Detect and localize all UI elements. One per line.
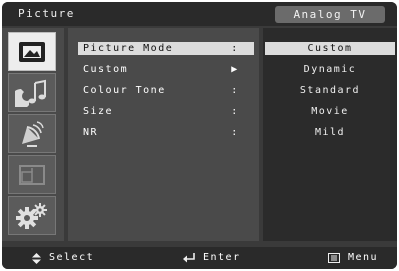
setup-icon [16, 202, 47, 229]
title-bar: Picture Analog TV [2, 2, 397, 26]
menu-key-icon [328, 253, 340, 263]
option-dynamic[interactable]: Dynamic [263, 63, 397, 76]
sidebar-item-pip[interactable] [8, 155, 56, 194]
picture-icon [19, 41, 45, 62]
menu-item-label: Custom [83, 64, 129, 75]
enter-hint: Enter [183, 247, 241, 269]
menu-item-indicator: : [231, 43, 239, 54]
help-bar: Select Enter Menu [2, 247, 397, 269]
menu-item-indicator: : [231, 106, 239, 117]
sound-icon [15, 79, 46, 107]
settings-menu: Picture Mode : Custom ▶ Colour Tone : Si… [68, 28, 259, 241]
category-sidebar [2, 28, 64, 241]
menu-title: Picture [18, 7, 75, 20]
select-hint-label: Select [49, 252, 95, 263]
sidebar-item-picture[interactable] [8, 32, 56, 71]
menu-item-custom[interactable]: Custom ▶ [78, 63, 254, 76]
menu-item-nr[interactable]: NR : [78, 126, 254, 139]
menu-item-size[interactable]: Size : [78, 105, 254, 118]
sidebar-item-channel[interactable] [8, 114, 56, 153]
menu-hint-label: Menu [348, 252, 379, 263]
menu-item-picture-mode[interactable]: Picture Mode : [78, 42, 254, 55]
option-list: Custom Dynamic Standard Movie Mild [263, 28, 397, 241]
option-movie[interactable]: Movie [263, 105, 397, 118]
menu-item-colour-tone[interactable]: Colour Tone : [78, 84, 254, 97]
menu-hint: Menu [328, 247, 378, 269]
pip-icon [19, 164, 45, 185]
menu-item-label: Colour Tone [83, 85, 166, 96]
option-custom[interactable]: Custom [265, 42, 395, 55]
input-source-badge: Analog TV [275, 6, 385, 23]
sidebar-item-setup[interactable] [8, 196, 56, 235]
menu-item-indicator: : [231, 127, 239, 138]
option-mild[interactable]: Mild [263, 126, 397, 139]
tv-menu-window: Picture Analog TV Picture Mode: Custom … [2, 2, 397, 269]
menu-item-label: Picture Mode [83, 43, 174, 54]
up-down-arrows-icon [32, 252, 41, 264]
sidebar-item-sound[interactable] [8, 73, 56, 112]
enter-hint-label: Enter [203, 252, 241, 263]
option-standard[interactable]: Standard [263, 84, 397, 97]
submenu-arrow-icon: ▶ [231, 64, 239, 75]
enter-arrow-icon [183, 253, 195, 263]
menu-item-label: NR [83, 127, 99, 138]
menu-item-label: Size [83, 106, 114, 117]
select-hint: Select [32, 247, 94, 269]
channel-icon [22, 120, 44, 147]
menu-item-indicator: : [231, 85, 239, 96]
